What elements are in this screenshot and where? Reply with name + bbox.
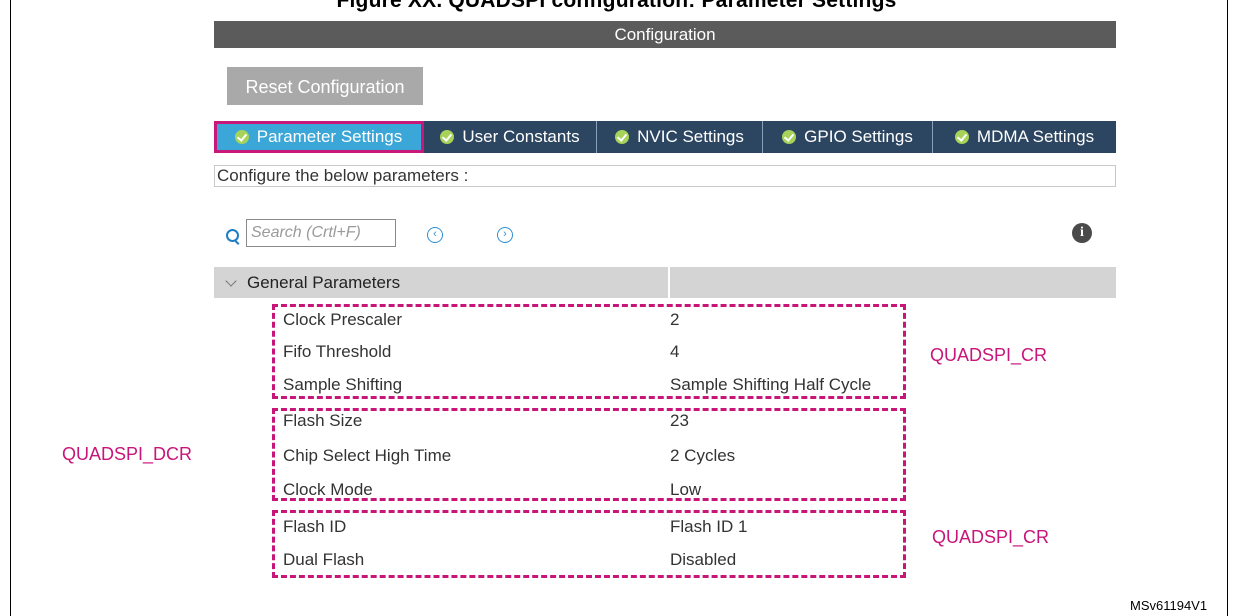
figure-id: MSv61194V1 — [1130, 598, 1208, 613]
highlight-box-dcr — [272, 408, 906, 501]
chevron-down-icon — [225, 275, 237, 287]
tab-label: NVIC Settings — [637, 127, 744, 146]
highlight-box-cr-top — [272, 304, 906, 399]
chevron-right-circle-icon[interactable]: › — [497, 227, 513, 243]
check-icon — [234, 130, 249, 144]
register-label-cr-top: QUADSPI_CR — [930, 345, 1048, 365]
column-divider — [668, 267, 670, 298]
tab-nvic-settings[interactable]: NVIC Settings — [597, 121, 763, 153]
group-title: General Parameters — [247, 273, 401, 292]
tab-user-constants[interactable]: User Constants — [424, 121, 597, 153]
check-icon — [440, 130, 455, 144]
tab-label: Parameter Settings — [256, 127, 403, 146]
description-bar: Configure the below parameters : — [214, 165, 1116, 187]
info-icon[interactable]: i — [1072, 223, 1092, 243]
chevron-left-circle-icon[interactable]: ‹ — [427, 227, 443, 243]
search-icon[interactable] — [226, 229, 239, 242]
figure-title: Figure XX. QUADSPI configuration: Parame… — [336, 0, 897, 12]
group-header-general-parameters[interactable]: General Parameters — [214, 267, 1116, 298]
register-label-dcr: QUADSPI_DCR — [62, 444, 193, 464]
check-icon — [615, 130, 630, 144]
search-input[interactable] — [246, 219, 396, 247]
tab-mdma-settings[interactable]: MDMA Settings — [933, 121, 1116, 153]
check-icon — [782, 130, 797, 144]
tab-label: MDMA Settings — [976, 127, 1095, 146]
register-label-cr-bottom: QUADSPI_CR — [932, 527, 1050, 547]
tab-label: User Constants — [462, 127, 580, 146]
reset-configuration-button[interactable]: Reset Configuration — [227, 67, 423, 105]
tab-label: GPIO Settings — [804, 127, 913, 146]
tab-gpio-settings[interactable]: GPIO Settings — [763, 121, 933, 153]
window-title: Configuration — [214, 21, 1116, 48]
check-icon — [954, 130, 969, 144]
tab-bar: Parameter Settings User Constants NVIC S… — [214, 121, 1116, 153]
highlight-box-cr-bottom — [272, 510, 906, 578]
tab-parameter-settings[interactable]: Parameter Settings — [214, 121, 424, 153]
figure-title-clip: Figure XX. QUADSPI configuration: Parame… — [0, 0, 1233, 14]
